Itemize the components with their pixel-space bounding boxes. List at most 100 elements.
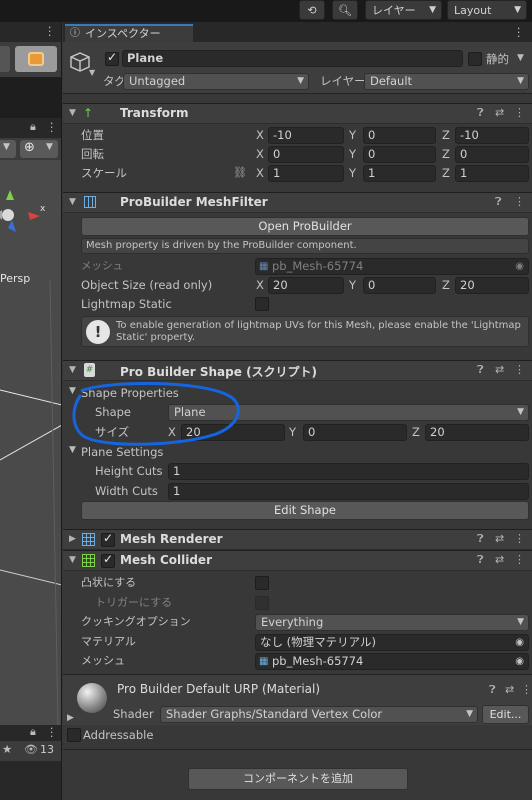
- more-menu-icon[interactable]: ⋮: [46, 725, 58, 739]
- more-menu-icon[interactable]: ⋮: [44, 24, 56, 38]
- chevron-down-icon: ▼: [46, 142, 53, 152]
- collider-mesh-field[interactable]: ▦ pb_Mesh-65774 ◉: [255, 653, 529, 670]
- help-icon[interactable]: ❓︎: [477, 553, 484, 567]
- axis-z[interactable]: Z: [442, 165, 450, 181]
- more-menu-icon[interactable]: ⋮: [514, 195, 525, 208]
- more-menu-icon[interactable]: ⋮: [514, 553, 525, 566]
- add-component-button[interactable]: コンポーネントを追加: [188, 768, 408, 790]
- object-picker-icon[interactable]: ◉: [515, 654, 524, 669]
- left-panel: ⋮ 🔒︎ ⋮ ▼ ⊕ ▼ x Persp 🔒︎ ⋮ ★ 👁︎ 13: [0, 22, 62, 800]
- mesh-collider-enabled-checkbox[interactable]: [101, 552, 115, 568]
- mesh-collider-header[interactable]: ▼ Mesh Collider ❓︎ ⇄ ⋮: [63, 550, 532, 571]
- cooking-options-dropdown[interactable]: Everything ▼: [255, 614, 529, 631]
- axis-x[interactable]: X: [256, 127, 264, 143]
- tag-dropdown[interactable]: Untagged ▼: [123, 73, 309, 90]
- meshfilter-header[interactable]: ▼ ProBuilder MeshFilter ❓︎ ⋮: [63, 192, 532, 213]
- scene-dropdown[interactable]: ▼: [0, 140, 16, 158]
- foldout-closed-icon[interactable]: ▶: [67, 713, 74, 723]
- convex-checkbox[interactable]: [255, 576, 269, 590]
- gizmo-toggle[interactable]: ⊕ ▼: [20, 140, 58, 158]
- shape-size-z-field[interactable]: 20: [425, 424, 529, 441]
- axis-x[interactable]: X: [256, 165, 264, 181]
- help-icon[interactable]: ❓︎: [477, 532, 484, 546]
- foldout-open-icon[interactable]: ▼: [69, 365, 76, 375]
- more-menu-icon[interactable]: ⋮: [46, 120, 58, 134]
- hidden-eye-icon[interactable]: 👁︎: [24, 743, 38, 756]
- history-button[interactable]: ⟲: [299, 0, 325, 20]
- width-cuts-field[interactable]: 1: [168, 483, 529, 500]
- position-z-field[interactable]: -10: [455, 127, 529, 144]
- foldout-open-icon[interactable]: ▼: [69, 108, 76, 118]
- rotation-z-field[interactable]: 0: [455, 146, 529, 163]
- orientation-gizmo[interactable]: [0, 190, 40, 232]
- help-icon[interactable]: ❓︎: [489, 683, 496, 697]
- object-header: ▼ Plane 静的 ▼ タグ Untagged▼ レイヤー Default▼: [63, 42, 532, 94]
- layout-dropdown[interactable]: Layout ▼: [447, 0, 527, 20]
- foldout-closed-icon[interactable]: ▶: [69, 534, 76, 544]
- axis-y[interactable]: Y: [349, 146, 356, 162]
- position-x-field[interactable]: -10: [268, 127, 344, 144]
- help-icon[interactable]: ❓︎: [477, 363, 484, 377]
- help-icon[interactable]: ❓︎: [477, 106, 484, 120]
- scale-z-field[interactable]: 1: [455, 165, 529, 182]
- search-button[interactable]: 🔍︎: [332, 0, 358, 20]
- foldout-open-icon[interactable]: ▼: [69, 445, 76, 455]
- axis-z[interactable]: Z: [412, 424, 420, 440]
- star-icon[interactable]: ★: [2, 742, 12, 756]
- chevron-down-icon[interactable]: ▼: [89, 68, 95, 77]
- scale-x-field[interactable]: 1: [268, 165, 344, 182]
- object-active-checkbox[interactable]: [105, 50, 119, 66]
- plane-settings-label[interactable]: Plane Settings: [81, 444, 163, 460]
- more-menu-icon[interactable]: ⋮: [514, 363, 525, 376]
- more-menu-icon[interactable]: ⋮: [514, 106, 525, 119]
- open-probuilder-button[interactable]: Open ProBuilder: [81, 217, 529, 236]
- layer-dropdown[interactable]: Default ▼: [364, 73, 529, 90]
- mesh-renderer-enabled-checkbox[interactable]: [101, 531, 115, 547]
- axis-x[interactable]: X: [256, 146, 264, 162]
- axis-y[interactable]: Y: [349, 127, 356, 143]
- foldout-open-icon[interactable]: ▼: [69, 197, 76, 207]
- object-picker-icon[interactable]: ◉: [515, 635, 524, 650]
- more-menu-icon[interactable]: ⋮: [514, 532, 525, 545]
- mesh-renderer-header[interactable]: ▶ Mesh Renderer ❓︎ ⇄ ⋮: [63, 529, 532, 550]
- rotation-x-field[interactable]: 0: [268, 146, 344, 163]
- edit-shape-button[interactable]: Edit Shape: [81, 501, 529, 520]
- rotation-y-field[interactable]: 0: [363, 146, 436, 163]
- help-icon[interactable]: ❓︎: [495, 195, 502, 209]
- layers-dropdown[interactable]: レイヤー ▼: [365, 0, 442, 20]
- link-scale-icon[interactable]: ⛓︎: [233, 166, 247, 179]
- preset-icon[interactable]: ⇄: [495, 532, 504, 545]
- tool-button-active[interactable]: [15, 46, 57, 72]
- lock-icon[interactable]: 🔒︎: [30, 725, 36, 739]
- shader-dropdown[interactable]: Shader Graphs/Standard Vertex Color ▼: [160, 706, 478, 723]
- lightmap-static-checkbox[interactable]: [255, 297, 269, 311]
- scene-viewport[interactable]: x Persp: [0, 160, 61, 725]
- preset-icon[interactable]: ⇄: [495, 363, 504, 376]
- tab-inspector[interactable]: ⓘ インスペクター: [65, 24, 193, 42]
- addressable-checkbox[interactable]: [67, 728, 81, 742]
- height-cuts-field[interactable]: 1: [168, 463, 529, 480]
- material-header[interactable]: ▶ Pro Builder Default URP (Material) ❓︎ …: [63, 675, 532, 725]
- preset-icon[interactable]: ⇄: [505, 683, 514, 696]
- axis-z[interactable]: Z: [442, 146, 450, 162]
- object-name-input[interactable]: Plane: [122, 50, 463, 67]
- shape-size-y-field[interactable]: 0: [303, 424, 407, 441]
- preset-icon[interactable]: ⇄: [495, 553, 504, 566]
- tool-button[interactable]: [0, 46, 10, 72]
- persp-label[interactable]: Persp: [0, 272, 30, 285]
- scale-y-field[interactable]: 1: [363, 165, 436, 182]
- axis-y[interactable]: Y: [349, 165, 356, 181]
- transform-header[interactable]: ▼ ↑ Transform ❓︎ ⇄ ⋮: [63, 103, 532, 124]
- foldout-open-icon[interactable]: ▼: [69, 555, 76, 565]
- axis-z[interactable]: Z: [442, 127, 450, 143]
- shader-edit-button[interactable]: Edit...: [482, 705, 529, 724]
- lock-icon[interactable]: 🔒︎: [30, 120, 36, 134]
- preset-icon[interactable]: ⇄: [495, 106, 504, 119]
- static-checkbox[interactable]: [468, 52, 482, 66]
- more-menu-icon[interactable]: ⋮: [521, 683, 532, 696]
- chevron-down-icon[interactable]: ▼: [517, 53, 524, 63]
- position-y-field[interactable]: 0: [363, 127, 436, 144]
- physics-material-field[interactable]: なし (物理マテリアル) ◉: [255, 634, 529, 651]
- axis-y[interactable]: Y: [289, 424, 296, 440]
- more-menu-icon[interactable]: ⋮: [513, 25, 525, 39]
